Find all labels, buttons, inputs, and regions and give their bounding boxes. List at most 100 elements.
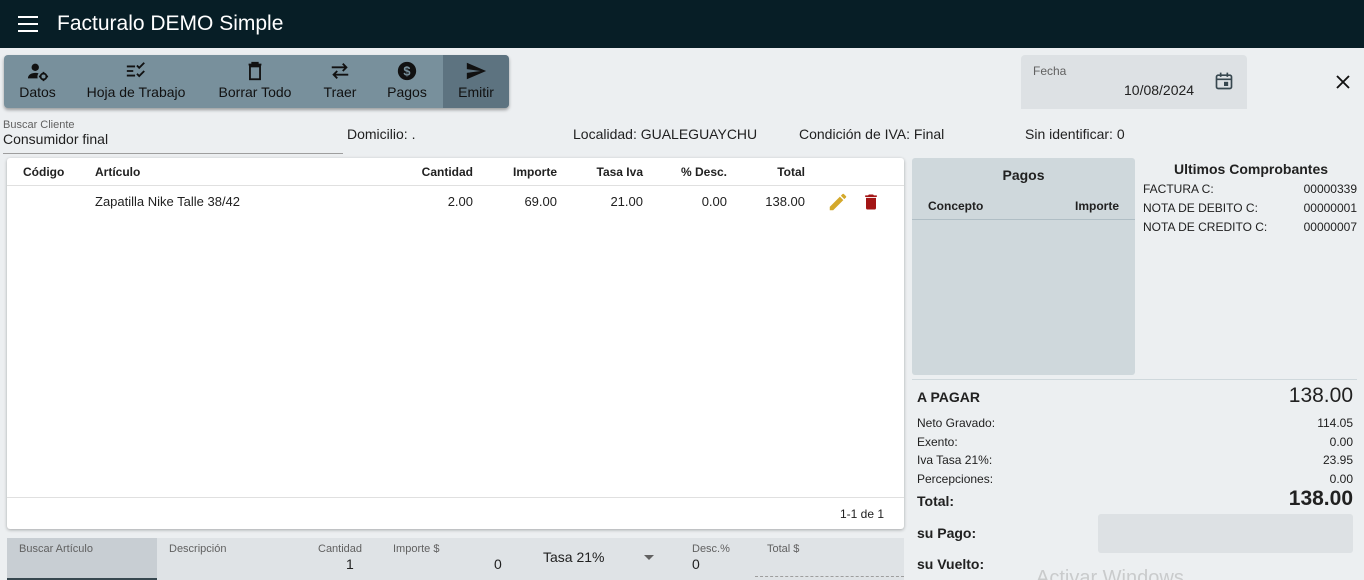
- activate-windows-watermark: Activar Windows: [1036, 567, 1184, 580]
- ultimos-comprobantes-title: Ultimos Comprobantes: [1174, 161, 1329, 177]
- buscar-articulo-label: Buscar Artículo: [19, 543, 93, 555]
- header-tasa-iva[interactable]: Tasa Iva: [573, 165, 643, 179]
- sin-identificar-text: Sin identificar: 0: [1025, 126, 1125, 142]
- emitir-label: Emitir: [458, 84, 494, 100]
- importe-value: 0: [494, 556, 502, 572]
- checklist-icon: [126, 62, 145, 78]
- article-entry-bar: Buscar Artículo Descripción Cantidad 1 I…: [7, 538, 904, 580]
- cell-articulo: Zapatilla Nike Talle 38/42: [95, 194, 241, 209]
- delete-trash-icon[interactable]: [861, 191, 881, 213]
- percep-value: 0.00: [1329, 472, 1353, 486]
- pagos-label: Pagos: [387, 84, 427, 100]
- condicion-iva-text: Condición de IVA: Final: [799, 126, 945, 142]
- exento-value: 0.00: [1329, 435, 1353, 449]
- header-articulo[interactable]: Artículo: [95, 165, 140, 179]
- swap-arrows-icon: [331, 63, 349, 79]
- a-pagar-value: 138.00: [1288, 384, 1353, 407]
- iva-row: Iva Tasa 21%: 23.95: [917, 453, 1353, 467]
- fecha-field[interactable]: Fecha 10/08/2024: [1021, 55, 1247, 109]
- total-input: Total $: [762, 538, 904, 580]
- iva-value: 23.95: [1322, 453, 1353, 467]
- list-item: FACTURA C: 00000339: [1143, 182, 1357, 196]
- header-total[interactable]: Total: [735, 165, 805, 179]
- su-pago-input[interactable]: [1098, 514, 1353, 553]
- comprobante-label: NOTA DE CREDITO C:: [1143, 220, 1268, 234]
- cantidad-label: Cantidad: [318, 543, 363, 555]
- su-vuelto-label: su Vuelto:: [917, 556, 985, 572]
- pagos-header-concepto: Concepto: [928, 199, 984, 213]
- svg-text:$: $: [403, 64, 410, 79]
- app-title: Facturalo DEMO Simple: [57, 12, 284, 35]
- header-codigo[interactable]: Código: [23, 165, 64, 179]
- cell-cantidad: 2.00: [447, 194, 473, 209]
- cell-tasa: 21.00: [610, 194, 643, 209]
- list-item: NOTA DE CREDITO C: 00000007: [1143, 220, 1357, 234]
- comprobante-number: 00000339: [1303, 182, 1357, 196]
- traer-button[interactable]: Traer: [309, 55, 371, 108]
- neto-gravado-row: Neto Gravado: 114.05: [917, 416, 1353, 430]
- close-icon[interactable]: [1334, 73, 1352, 91]
- localidad-text: Localidad: GUALEGUAYCHU: [573, 126, 758, 142]
- desc-value: 0: [692, 556, 700, 572]
- calendar-icon[interactable]: [1214, 71, 1234, 91]
- buscar-cliente-field[interactable]: Buscar Cliente Consumidor final: [3, 117, 343, 154]
- neto-value: 114.05: [1317, 416, 1353, 430]
- cell-total: 138.00: [765, 194, 805, 209]
- footer-divider: [7, 497, 904, 498]
- emitir-button[interactable]: Emitir: [443, 55, 509, 108]
- dollar-icon: $: [397, 61, 417, 81]
- exento-label: Exento:: [917, 435, 958, 449]
- items-table: Código Artículo Cantidad Importe Tasa Iv…: [7, 158, 904, 529]
- iva-label: Iva Tasa 21%:: [917, 453, 993, 467]
- list-item: NOTA DE DEBITO C: 00000001: [1143, 201, 1357, 215]
- importe-input[interactable]: Importe $ 0: [387, 538, 507, 580]
- datos-label: Datos: [19, 84, 56, 100]
- descripcion-input[interactable]: Descripción: [157, 538, 297, 580]
- fecha-value[interactable]: 10/08/2024: [1124, 82, 1194, 98]
- pagos-title: Pagos: [1002, 167, 1045, 183]
- send-icon: [466, 62, 487, 80]
- person-settings-icon: [27, 63, 48, 82]
- hoja-de-trabajo-button[interactable]: Hoja de Trabajo: [71, 55, 201, 108]
- borrar-todo-button[interactable]: Borrar Todo: [201, 55, 309, 108]
- action-toolbar: Datos Hoja de Trabajo Borrar Todo Traer …: [4, 55, 509, 108]
- datos-button[interactable]: Datos: [4, 55, 71, 108]
- header-importe[interactable]: Importe: [487, 165, 557, 179]
- cantidad-input[interactable]: Cantidad 1: [307, 538, 377, 580]
- traer-label: Traer: [323, 84, 357, 100]
- total-entry-label: Total $: [767, 543, 800, 555]
- edit-pencil-icon[interactable]: [827, 191, 849, 213]
- comprobante-label: NOTA DE DEBITO C:: [1143, 201, 1258, 215]
- header-desc[interactable]: % Desc.: [657, 165, 727, 179]
- cliente-value[interactable]: Consumidor final: [3, 131, 108, 147]
- pagos-header-importe: Importe: [1074, 199, 1119, 213]
- trash-icon: [248, 61, 262, 81]
- pagos-divider: [912, 219, 1135, 220]
- pagos-button[interactable]: $ Pagos: [371, 55, 443, 108]
- borrar-label: Borrar Todo: [218, 84, 292, 100]
- descripcion-label: Descripción: [169, 543, 227, 555]
- buscar-articulo-input[interactable]: Buscar Artículo: [7, 538, 157, 580]
- pagination-text: 1-1 de 1: [840, 507, 885, 521]
- comprobante-number: 00000007: [1303, 220, 1357, 234]
- cell-desc: 0.00: [701, 194, 727, 209]
- hoja-label: Hoja de Trabajo: [86, 84, 186, 100]
- domicilio-text: Domicilio: .: [347, 126, 416, 142]
- menu-icon[interactable]: [18, 16, 38, 32]
- buscar-cliente-label: Buscar Cliente: [3, 119, 75, 131]
- fecha-label: Fecha: [1033, 64, 1067, 78]
- exento-row: Exento: 0.00: [917, 435, 1353, 449]
- summary-divider: [912, 379, 1357, 380]
- header-cantidad[interactable]: Cantidad: [403, 165, 473, 179]
- percepciones-row: Percepciones: 0.00: [917, 472, 1353, 486]
- comprobante-number: 00000001: [1303, 201, 1357, 215]
- header-divider: [7, 185, 904, 186]
- comprobante-label: FACTURA C:: [1143, 182, 1214, 196]
- neto-label: Neto Gravado:: [917, 416, 996, 430]
- cantidad-value: 1: [346, 556, 354, 572]
- desc-input[interactable]: Desc.% 0: [687, 538, 757, 580]
- tasa-value: Tasa 21%: [543, 549, 605, 565]
- pagos-panel: Pagos Concepto Importe: [912, 158, 1135, 375]
- cell-importe: 69.00: [524, 194, 557, 209]
- chevron-down-icon[interactable]: [644, 555, 654, 560]
